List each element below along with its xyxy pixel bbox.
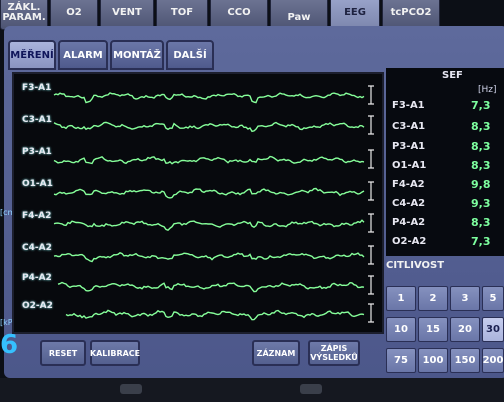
sensitivity-button-20[interactable]: 20	[450, 317, 480, 342]
left-value: 6	[0, 330, 19, 360]
sef-value-o2a2: 7,3	[471, 235, 491, 248]
channel-label-f3a1: F3-A1	[22, 83, 52, 93]
tab-alarm[interactable]: ALARM	[58, 40, 108, 70]
sensitivity-button-150[interactable]: 150	[450, 348, 480, 373]
eeg-trace	[53, 187, 365, 199]
sensitivity-button-200[interactable]: 200	[482, 348, 504, 373]
bezel-button[interactable]	[120, 384, 142, 394]
sensitivity-title: CITLIVOST	[386, 260, 445, 271]
sef-value-p4a2: 8,3	[471, 216, 491, 229]
sef-value-f4a2: 9,8	[471, 178, 491, 191]
sensitivity-button-10[interactable]: 10	[386, 317, 416, 342]
sef-value-c4a2: 9,3	[471, 197, 491, 210]
eeg-waveforms	[53, 85, 374, 323]
sensitivity-button-75[interactable]: 75	[386, 348, 416, 373]
eeg-trace	[53, 155, 365, 165]
tab-montaz[interactable]: MONTÁŽ	[110, 40, 164, 70]
sef-value-c3a1: 8,3	[471, 120, 491, 133]
sef-label-c3a1: C3-A1	[392, 121, 426, 132]
sef-value-f3a1: 7,3	[471, 99, 491, 112]
sef-label-f4a2: F4-A2	[392, 179, 425, 190]
channel-label-p3a1: P3-A1	[22, 147, 52, 157]
channel-label-c4a2: C4-A2	[22, 243, 52, 253]
sef-title: SEF	[442, 70, 463, 81]
sef-value-p3a1: 8,3	[471, 140, 491, 153]
kalibrace-button[interactable]: KALIBRACE	[90, 340, 140, 366]
eeg-trace	[53, 219, 365, 232]
sef-panel: SEF [Hz] F3-A1 7,3 C3-A1 8,3 P3-A1 8,3 O…	[386, 68, 504, 256]
eeg-trace	[53, 121, 365, 133]
calibration-marker	[368, 275, 374, 295]
sef-label-o1a1: O1-A1	[392, 160, 427, 171]
calibration-marker	[368, 213, 374, 233]
zapis-vysledku-button[interactable]: ZÁPIS VÝSLEDKŮ	[308, 340, 360, 366]
monitor-bezel	[0, 378, 504, 402]
channel-label-p4a2: P4-A2	[22, 273, 52, 283]
eeg-trace-area: F3-A1 C3-A1 P3-A1 O1-A1 F4-A2 C4-A2 P4-A…	[12, 72, 384, 334]
calibration-marker	[368, 149, 374, 169]
sef-label-c4a2: C4-A2	[392, 198, 426, 209]
reset-button[interactable]: RESET	[40, 340, 86, 366]
sef-label-p3a1: P3-A1	[392, 141, 426, 152]
sef-unit: [Hz]	[478, 85, 497, 95]
calibration-marker	[368, 303, 374, 323]
sef-label-f3a1: F3-A1	[392, 100, 425, 111]
eeg-trace	[53, 92, 365, 104]
calibration-marker	[368, 181, 374, 201]
sensitivity-button-15[interactable]: 15	[418, 317, 448, 342]
sensitivity-button-5[interactable]: 5	[482, 286, 504, 311]
sef-label-p4a2: P4-A2	[392, 217, 426, 228]
calibration-marker	[368, 245, 374, 265]
eeg-trace	[53, 252, 365, 263]
channel-label-o2a2: O2-A2	[22, 301, 53, 311]
sensitivity-button-30[interactable]: 30	[482, 317, 504, 342]
zaznam-button[interactable]: ZÁZNAM	[252, 340, 300, 366]
eeg-trace	[57, 281, 365, 293]
sensitivity-button-2[interactable]: 2	[418, 286, 448, 311]
sensitivity-button-3[interactable]: 3	[450, 286, 480, 311]
channel-label-f4a2: F4-A2	[22, 211, 52, 221]
tab-mereni[interactable]: MĚŘENÍ	[8, 40, 56, 70]
channel-label-o1a1: O1-A1	[22, 179, 53, 189]
channel-label-c3a1: C3-A1	[22, 115, 52, 125]
calibration-marker	[368, 85, 374, 105]
eeg-trace	[65, 309, 365, 321]
sef-value-o1a1: 8,3	[471, 159, 491, 172]
calibration-marker	[368, 115, 374, 135]
sensitivity-button-1[interactable]: 1	[386, 286, 416, 311]
sensitivity-button-100[interactable]: 100	[418, 348, 448, 373]
sef-label-o2a2: O2-A2	[392, 236, 427, 247]
bezel-button[interactable]	[300, 384, 322, 394]
tab-dalsi[interactable]: DALŠÍ	[166, 40, 214, 70]
